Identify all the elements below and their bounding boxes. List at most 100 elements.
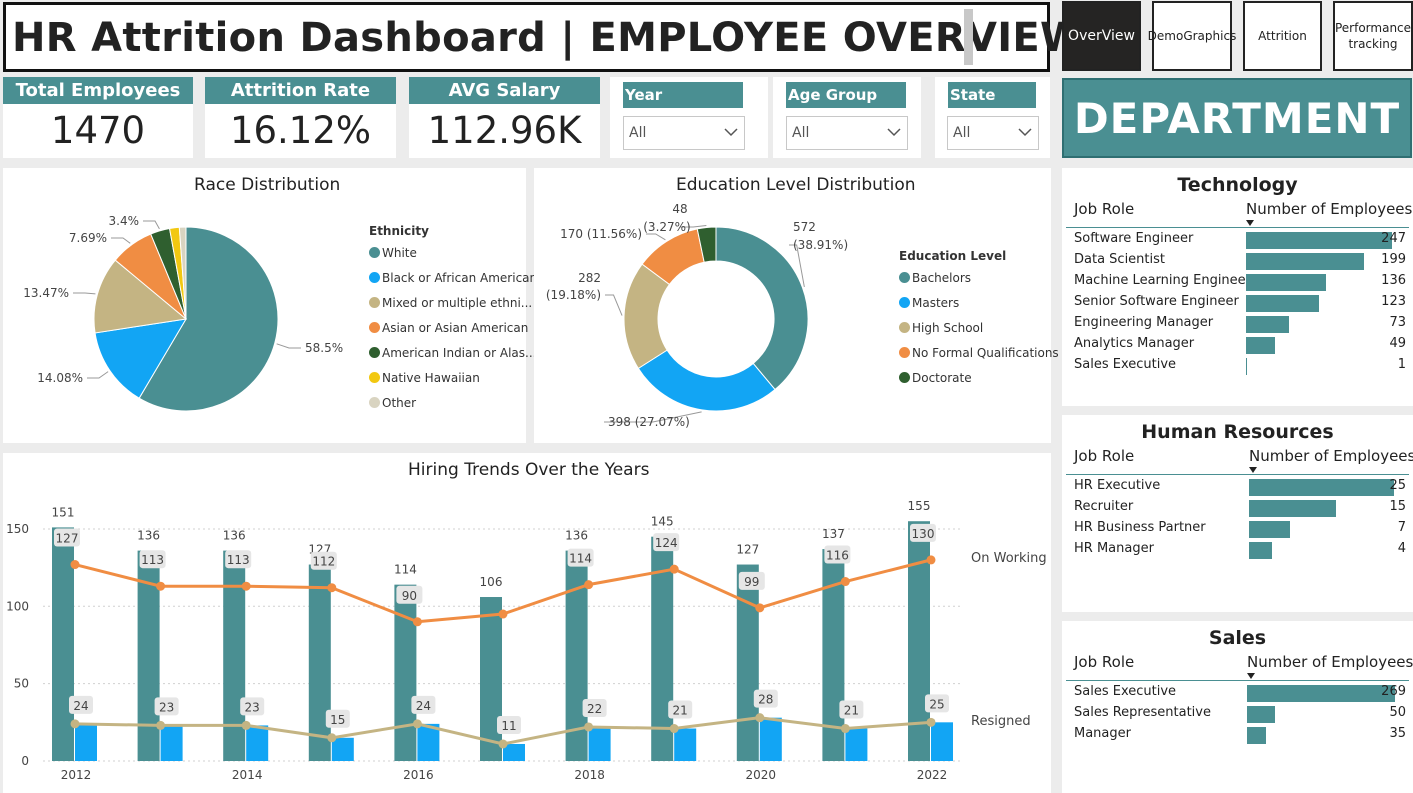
total-bar-2020[interactable] xyxy=(736,564,759,761)
resigned-point-2022[interactable] xyxy=(926,717,936,727)
resigned-bar-2013[interactable] xyxy=(160,725,183,761)
total-bar-2014[interactable] xyxy=(223,550,246,761)
on-working-point-2021[interactable] xyxy=(840,577,850,587)
legend-swatch xyxy=(369,247,380,258)
on-working-point-2012[interactable] xyxy=(70,560,80,570)
legend-label: High School xyxy=(912,321,984,335)
technology-panel: Technology Job Role Number of Employees … xyxy=(1062,168,1413,406)
resigned-bar-2022[interactable] xyxy=(931,722,953,761)
resigned-point-2017[interactable] xyxy=(498,739,508,749)
count-bar xyxy=(1246,316,1290,333)
resigned-bar-2021[interactable] xyxy=(845,728,868,761)
line-data-label: 90 xyxy=(402,589,417,603)
pie-data-label: 13.47% xyxy=(23,286,69,300)
donut-data-label: 282 xyxy=(578,271,601,285)
legend-item-masters[interactable]: Masters xyxy=(899,296,959,310)
legend-label: Native Hawaiian xyxy=(382,371,480,385)
on-working-point-2014[interactable] xyxy=(241,581,251,591)
hr-col-role[interactable]: Job Role xyxy=(1074,447,1134,465)
line-data-label: 116 xyxy=(826,549,849,563)
kpi-total-employees: Total Employees 1470 xyxy=(3,77,193,158)
on-working-point-2018[interactable] xyxy=(584,580,594,590)
resigned-bar-2015[interactable] xyxy=(331,737,354,761)
count-bar xyxy=(1246,274,1327,291)
resigned-bar-2019[interactable] xyxy=(674,728,697,761)
total-bar-2012[interactable] xyxy=(52,527,74,761)
hiring-trends-panel: Hiring Trends Over the Years 0 50 100 150 20… xyxy=(3,453,1051,793)
nav-performance-tracking-button[interactable]: Performance tracking xyxy=(1333,1,1413,71)
legend-item-other[interactable]: Other xyxy=(369,396,416,410)
legend-item-white[interactable]: White xyxy=(369,246,417,260)
legend-swatch xyxy=(899,322,910,333)
resigned-point-2014[interactable] xyxy=(241,720,251,730)
line-data-label: 15 xyxy=(330,713,345,727)
legend-item-native-hawaiian[interactable]: Native Hawaiian xyxy=(369,371,480,385)
nav-performance-line2: tracking xyxy=(1348,37,1398,51)
legend-item-mixed-or-multiple-ethni[interactable]: Mixed or multiple ethni... xyxy=(369,296,532,310)
age-group-dropdown[interactable]: All xyxy=(786,116,908,150)
total-bar-2015[interactable] xyxy=(308,564,331,761)
on-working-point-2017[interactable] xyxy=(498,609,508,619)
on-working-point-2013[interactable] xyxy=(156,581,166,591)
technology-col-count[interactable]: Number of Employees xyxy=(1246,200,1412,218)
legend-item-no-formal-qualifications[interactable]: No Formal Qualifications xyxy=(899,346,1059,360)
on-working-point-2022[interactable] xyxy=(926,555,936,565)
resigned-bar-2018[interactable] xyxy=(588,726,611,761)
bar-data-label: 136 xyxy=(223,529,246,543)
count-cell: 4 xyxy=(1397,541,1406,556)
education-donut-chart[interactable]: 572 (38.91%) 398 (27.07%) 282 (19.18%) 170 (1… xyxy=(534,168,1051,443)
hiring-trends-chart[interactable]: 0 50 100 150 2012 2014 2016 2018 2020 2022 151 136 1… xyxy=(3,453,1051,793)
technology-col-role[interactable]: Job Role xyxy=(1074,200,1134,218)
race-distribution-panel: Race Distribution 58.5% 14.08% 13.47% 7.69%… xyxy=(3,168,537,443)
leader-line xyxy=(73,292,96,295)
year-dropdown[interactable]: All xyxy=(623,116,745,150)
on-working-point-2016[interactable] xyxy=(412,617,422,627)
count-bar xyxy=(1246,295,1319,312)
legend-item-american-indian-or-alas[interactable]: American Indian or Alas... xyxy=(369,346,536,360)
nav-overview-button[interactable]: OverView xyxy=(1062,1,1141,71)
legend-item-black-or-african-american[interactable]: Black or African American xyxy=(369,271,537,285)
donut-data-label: 398 (27.07%) xyxy=(608,415,690,429)
legend-item-asian-or-asian-american[interactable]: Asian or Asian American xyxy=(369,321,528,335)
legend-item-bachelors[interactable]: Bachelors xyxy=(899,271,971,285)
resigned-point-2020[interactable] xyxy=(755,713,765,723)
leader-line xyxy=(646,233,666,241)
resigned-point-2012[interactable] xyxy=(70,719,80,729)
hr-col-count[interactable]: Number of Employees xyxy=(1249,447,1413,465)
resigned-point-2021[interactable] xyxy=(840,724,850,734)
line-data-label: 25 xyxy=(929,697,944,711)
resigned-point-2015[interactable] xyxy=(327,733,337,743)
resigned-point-2018[interactable] xyxy=(584,722,594,732)
on-working-point-2019[interactable] xyxy=(669,564,679,574)
resigned-bar-2020[interactable] xyxy=(759,717,782,761)
count-bar xyxy=(1247,727,1267,744)
legend-label: American Indian or Alas... xyxy=(382,346,537,360)
sales-col-role[interactable]: Job Role xyxy=(1074,653,1134,671)
donut-slice-masters[interactable] xyxy=(637,349,776,412)
year-filter-label: Year xyxy=(623,82,743,108)
state-dropdown[interactable]: All xyxy=(947,116,1039,150)
on-working-point-2020[interactable] xyxy=(755,603,765,613)
legend-item-high-school[interactable]: High School xyxy=(899,321,983,335)
total-bar-2016[interactable] xyxy=(394,584,417,761)
kpi-attrition-rate-label: Attrition Rate xyxy=(205,77,396,104)
technology-title: Technology xyxy=(1177,174,1298,196)
bar-data-label: 106 xyxy=(480,575,503,589)
resigned-bar-2012[interactable] xyxy=(75,723,97,761)
divider xyxy=(1066,474,1409,475)
nav-attrition-button[interactable]: Attrition xyxy=(1243,1,1322,71)
legend-item-doctorate[interactable]: Doctorate xyxy=(899,371,972,385)
total-bar-2017[interactable] xyxy=(480,597,502,761)
nav-demographics-button[interactable]: DemoGraphics xyxy=(1148,1,1236,71)
bar-data-label: 136 xyxy=(565,529,588,543)
resigned-point-2013[interactable] xyxy=(156,720,166,730)
title-scrollbar[interactable] xyxy=(964,9,973,65)
resigned-point-2019[interactable] xyxy=(669,724,679,734)
resigned-bar-2014[interactable] xyxy=(246,725,269,761)
on-working-point-2015[interactable] xyxy=(327,583,337,593)
legend-label: Masters xyxy=(912,296,960,310)
legend-swatch xyxy=(899,272,910,283)
sales-col-count[interactable]: Number of Employees xyxy=(1247,653,1413,671)
resigned-point-2016[interactable] xyxy=(412,719,422,729)
x-tick-label: 2016 xyxy=(403,768,434,782)
